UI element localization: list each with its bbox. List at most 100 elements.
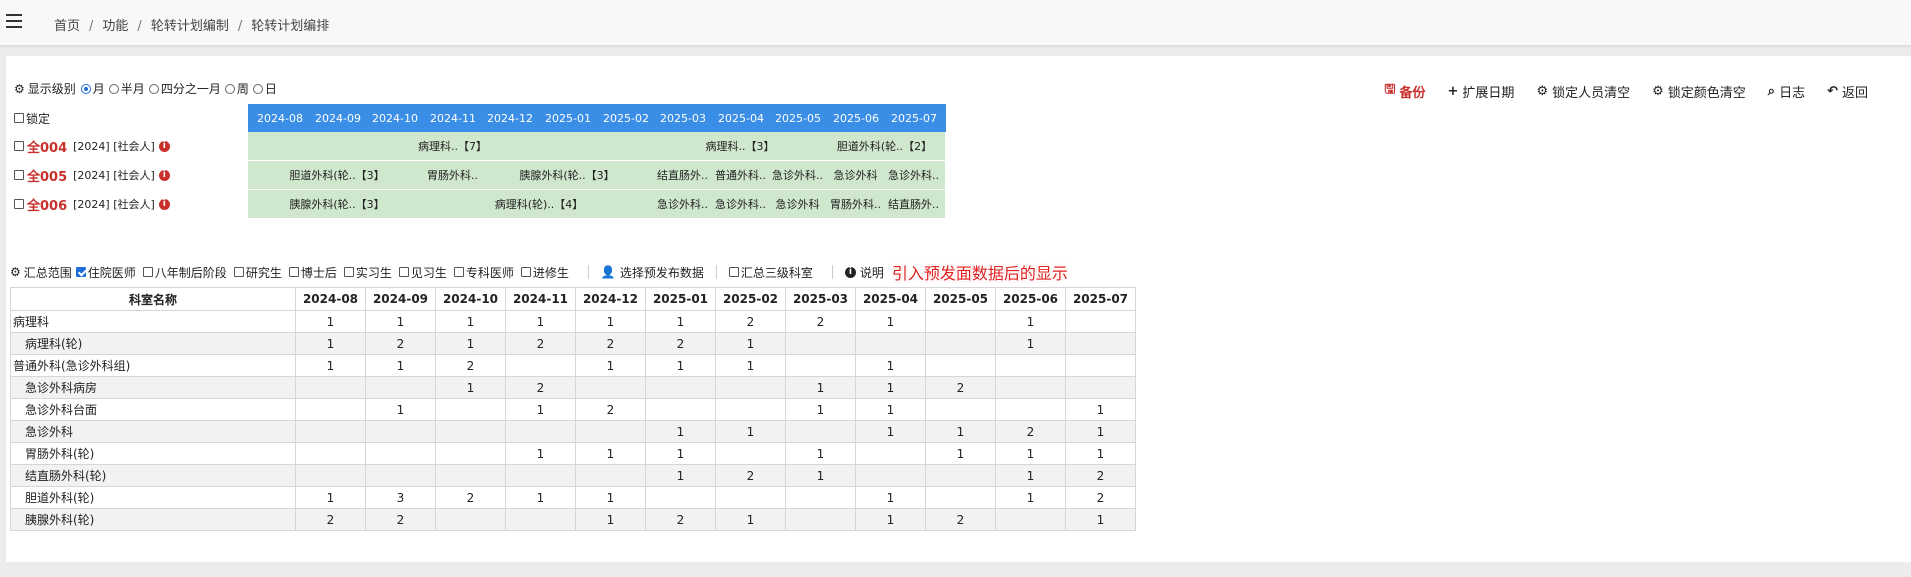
count-cell: 1 [1065, 420, 1136, 443]
rotation-slot[interactable]: 病理科..【3】 [651, 132, 829, 160]
scope-option[interactable]: 专科医师 [453, 264, 514, 281]
radio-half-month[interactable] [108, 83, 119, 94]
extend-date-button[interactable]: + 扩展日期 [1448, 80, 1515, 102]
rotation-slot[interactable]: 结直肠外.. [882, 190, 945, 218]
count-cell: 1 [645, 420, 716, 443]
count-cell: 1 [365, 310, 436, 333]
rotation-slot[interactable]: 急诊外科.. [882, 161, 945, 189]
month-button[interactable]: 2025-02 [594, 104, 658, 132]
count-cell: 1 [995, 442, 1066, 465]
count-cell [715, 442, 786, 465]
breadcrumb-home[interactable]: 首页 [54, 19, 80, 34]
breadcrumb: 首页 / 功能 / 轮转计划编制 / 轮转计划编排 [54, 19, 330, 34]
rotation-slot[interactable]: 胆道外科(轮..【2】 [824, 132, 945, 160]
staff-lock-checkbox[interactable] [14, 141, 24, 151]
staff-code[interactable]: 全004 [27, 137, 67, 156]
back-button[interactable]: ↶ 返回 [1827, 80, 1868, 102]
clear-locked-staff-button[interactable]: ⚙ 锁定人员清空 [1536, 80, 1630, 102]
count-cell: 1 [645, 354, 716, 377]
lock-toggle[interactable]: 锁定 [14, 104, 50, 132]
rotation-slot[interactable]: 胆道外科(轮..【3】 [248, 161, 426, 189]
scope-option[interactable]: 八年制后阶段 [142, 264, 227, 281]
staff-lock-checkbox[interactable] [14, 199, 24, 209]
month-button[interactable]: 2024-09 [306, 104, 370, 132]
scope-checkbox[interactable] [398, 267, 409, 277]
scope-option[interactable]: 博士后 [288, 264, 337, 281]
month-column-header: 2025-01 [645, 287, 716, 311]
radio-month[interactable] [80, 83, 91, 94]
breadcrumb-feature[interactable]: 功能 [102, 19, 128, 34]
month-button[interactable]: 2025-07 [882, 104, 946, 132]
month-button[interactable]: 2025-05 [766, 104, 830, 132]
count-cell [785, 486, 856, 509]
three-level-checkbox[interactable] [728, 267, 739, 277]
scope-option-label: 住院医师 [87, 265, 136, 280]
staff-code[interactable]: 全006 [27, 195, 67, 214]
log-label: 日志 [1779, 85, 1806, 101]
count-cell: 1 [855, 398, 926, 421]
rotation-slot[interactable]: 急诊外科.. [651, 190, 714, 218]
rotation-slot[interactable]: 普通外科.. [709, 161, 772, 189]
staff-label: 全004 [2024] [社会人] i [14, 132, 170, 160]
rotation-slot[interactable]: 结直肠外.. [651, 161, 714, 189]
rotation-slot[interactable]: 胃肠外科.. [824, 190, 887, 218]
radio-week[interactable] [224, 83, 235, 94]
count-cell: 1 [995, 332, 1066, 355]
radio-day[interactable] [252, 83, 263, 94]
rotation-slot[interactable]: 胰腺外科(轮..【3】 [248, 190, 426, 218]
three-level-toggle[interactable]: 汇总三级科室 [728, 264, 813, 281]
month-button[interactable]: 2024-08 [248, 104, 312, 132]
rotation-slot[interactable]: 胃肠外科.. [421, 161, 484, 189]
table-row: 急诊外科 1 1 1 1 2 1 [10, 420, 1136, 443]
count-cell [435, 442, 506, 465]
scope-option[interactable]: 研究生 [233, 264, 282, 281]
scope-option[interactable]: 住院医师 [75, 264, 136, 281]
rotation-slot[interactable]: 病理科..【7】 [248, 132, 657, 160]
toolbar: ⚙ 显示级别 月 半月 四分之一月 周 日 🖫 备份 + 扩展日期 ⚙ 锁定人员清空 … [10, 80, 1890, 102]
radio-month-label: 月 [92, 82, 105, 96]
lock-checkbox[interactable] [14, 113, 24, 123]
backup-button[interactable]: 🖫 备份 [1384, 80, 1425, 102]
scope-checkbox[interactable] [142, 267, 153, 277]
explain-button[interactable]: i 说明 [844, 264, 884, 281]
scope-option[interactable]: 进修生 [520, 264, 569, 281]
scope-checkbox[interactable] [520, 267, 531, 277]
count-cell: 1 [715, 508, 786, 531]
main-panel: ⚙ 显示级别 月 半月 四分之一月 周 日 🖫 备份 + 扩展日期 ⚙ 锁定人员清空 … [6, 56, 1911, 562]
month-button[interactable]: 2025-03 [651, 104, 715, 132]
info-icon[interactable]: i [158, 198, 170, 210]
info-icon[interactable]: i [158, 169, 170, 181]
scope-checkbox[interactable] [288, 267, 299, 277]
staff-code[interactable]: 全005 [27, 166, 67, 185]
rotation-slot[interactable]: 胰腺外科(轮..【3】 [478, 161, 656, 189]
breadcrumb-plan[interactable]: 轮转计划编制 [151, 19, 229, 34]
clear-locked-color-button[interactable]: ⚙ 锁定颜色清空 [1652, 80, 1746, 102]
month-button[interactable]: 2024-12 [478, 104, 542, 132]
scope-checkbox[interactable] [75, 267, 86, 277]
scope-checkbox[interactable] [453, 267, 464, 277]
month-button[interactable]: 2025-06 [824, 104, 888, 132]
month-button[interactable]: 2024-11 [421, 104, 485, 132]
rotation-slot[interactable]: 急诊外科 [824, 161, 887, 189]
select-prerelease-button[interactable]: 👤 选择预发布数据 [601, 264, 704, 281]
month-button[interactable]: 2024-10 [363, 104, 427, 132]
divider [831, 265, 833, 279]
scope-checkbox[interactable] [343, 267, 354, 277]
staff-lock-checkbox[interactable] [14, 170, 24, 180]
menu-icon[interactable] [6, 14, 22, 28]
rotation-slot[interactable]: 病理科(轮)..【4】 [421, 190, 657, 218]
rotation-slot[interactable]: 急诊外科.. [709, 190, 772, 218]
month-button[interactable]: 2025-01 [536, 104, 600, 132]
rotation-slot[interactable]: 急诊外科.. [766, 161, 829, 189]
scope-option[interactable]: 见习生 [398, 264, 447, 281]
count-cell: 2 [925, 376, 996, 399]
month-button[interactable]: 2025-04 [709, 104, 773, 132]
log-button[interactable]: ⌕ 日志 [1768, 80, 1805, 102]
info-icon[interactable]: i [158, 140, 170, 152]
radio-quarter-month[interactable] [148, 83, 159, 94]
scope-option[interactable]: 实习生 [343, 264, 392, 281]
scope-checkbox[interactable] [233, 267, 244, 277]
rotation-slot[interactable]: 急诊外科 [766, 190, 829, 218]
count-cell: 2 [435, 486, 506, 509]
count-cell: 2 [575, 332, 646, 355]
